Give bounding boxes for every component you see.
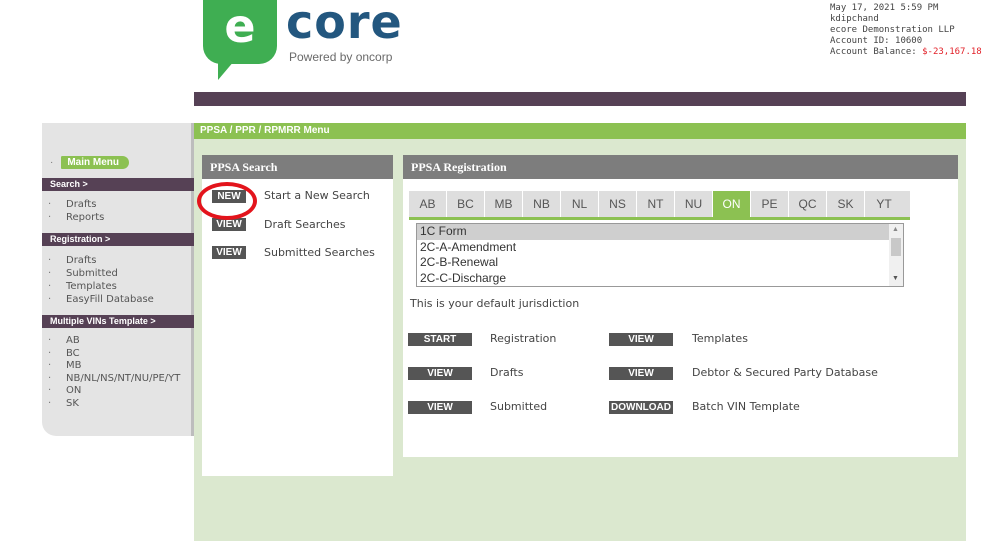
sidebar-item-reg-drafts[interactable]: Drafts	[48, 254, 154, 267]
sidebar-item-easyfill[interactable]: EasyFill Database	[48, 293, 154, 306]
tab-sk[interactable]: SK	[827, 191, 865, 217]
registration-label: Registration	[490, 332, 557, 345]
sidebar-search-list: Drafts Reports	[48, 198, 104, 224]
account-info: May 17, 2021 5:59 PM kdipchand ecore Dem…	[830, 3, 982, 58]
draft-searches-label: Draft Searches	[264, 218, 346, 231]
tab-qc[interactable]: QC	[789, 191, 827, 217]
tab-nb[interactable]: NB	[523, 191, 561, 217]
start-new-search-label: Start a New Search	[264, 189, 370, 202]
sidebar-main-menu[interactable]: · Main Menu	[50, 156, 130, 169]
submitted-searches-label: Submitted Searches	[264, 246, 375, 259]
jurisdiction-tabs: AB BC MB NB NL NS NT NU ON PE QC SK YT	[409, 191, 910, 217]
tab-nt[interactable]: NT	[637, 191, 675, 217]
view-submitted-searches-button[interactable]: VIEW	[212, 246, 246, 259]
tab-yt[interactable]: YT	[865, 191, 903, 217]
sidebar-item-vin-ab[interactable]: AB	[48, 335, 180, 348]
view-submitted-button[interactable]: VIEW	[408, 401, 472, 414]
tab-mb[interactable]: MB	[485, 191, 523, 217]
account-id: Account ID: 10600	[830, 36, 923, 46]
top-bar	[194, 92, 966, 106]
tab-bc[interactable]: BC	[447, 191, 485, 217]
highlight-circle	[197, 182, 257, 220]
tab-on[interactable]: ON	[713, 191, 751, 217]
drafts-label: Drafts	[490, 366, 524, 379]
menu-bar: PPSA / PPR / RPMRR Menu	[194, 123, 966, 139]
scroll-up-icon[interactable]: ▲	[892, 226, 899, 233]
sidebar-registration-header[interactable]: Registration >	[42, 233, 194, 246]
download-batch-vin-button[interactable]: DOWNLOAD	[609, 401, 673, 414]
debtor-database-label: Debtor & Secured Party Database	[692, 366, 878, 379]
submitted-label: Submitted	[490, 400, 548, 413]
datetime: May 17, 2021 5:59 PM	[830, 3, 939, 13]
logo-name: core	[286, 0, 403, 49]
sidebar-item-search-drafts[interactable]: Drafts	[48, 198, 104, 211]
sidebar-item-vin-sk[interactable]: SK	[48, 398, 180, 411]
view-templates-button[interactable]: VIEW	[609, 333, 673, 346]
main-menu-link[interactable]: Main Menu	[61, 156, 130, 169]
tab-ab[interactable]: AB	[409, 191, 447, 217]
tab-pe[interactable]: PE	[751, 191, 789, 217]
view-debtor-database-button[interactable]: VIEW	[609, 367, 673, 380]
logo-letter: e	[224, 0, 256, 53]
sidebar-item-vin-bc[interactable]: BC	[48, 348, 180, 361]
tab-nl[interactable]: NL	[561, 191, 599, 217]
menu-title: PPSA / PPR / RPMRR Menu	[200, 125, 330, 136]
tabs-underline	[409, 217, 910, 220]
sidebar-item-vin-on[interactable]: ON	[48, 385, 180, 398]
sidebar-vins-list: AB BC MB NB/NL/NS/NT/NU/PE/YT ON SK	[48, 335, 180, 410]
scroll-thumb[interactable]	[891, 238, 901, 256]
registration-panel-title: PPSA Registration	[403, 155, 958, 179]
templates-label: Templates	[692, 332, 748, 345]
scroll-down-icon[interactable]: ▼	[892, 275, 899, 282]
sidebar-item-submitted[interactable]: Submitted	[48, 267, 154, 280]
account-balance: Account Balance: $-23,167.18	[830, 47, 982, 57]
sidebar-item-reports[interactable]: Reports	[48, 211, 104, 224]
list-option-2c-c[interactable]: 2C-C-Discharge	[417, 271, 903, 287]
list-option-1c-form[interactable]: 1C Form	[417, 224, 903, 240]
logo-tagline: Powered by oncorp	[289, 50, 393, 64]
sidebar-registration-list: Drafts Submitted Templates EasyFill Data…	[48, 254, 154, 306]
list-option-2c-a[interactable]: 2C-A-Amendment	[417, 240, 903, 256]
sidebar-item-vin-group[interactable]: NB/NL/NS/NT/NU/PE/YT	[48, 373, 180, 386]
list-option-2c-b[interactable]: 2C-B-Renewal	[417, 255, 903, 271]
tab-ns[interactable]: NS	[599, 191, 637, 217]
view-drafts-button[interactable]: VIEW	[408, 367, 472, 380]
batch-vin-label: Batch VIN Template	[692, 400, 800, 413]
balance-value: $-23,167.18	[922, 47, 982, 57]
start-registration-button[interactable]: START	[408, 333, 472, 346]
listbox-scrollbar[interactable]: ▲ ▼	[889, 224, 903, 286]
logo-tail	[218, 54, 240, 80]
form-type-listbox[interactable]: 1C Form 2C-A-Amendment 2C-B-Renewal 2C-C…	[416, 223, 904, 287]
search-panel-title: PPSA Search	[202, 155, 393, 179]
company-name: ecore Demonstration LLP	[830, 25, 955, 35]
tab-nu[interactable]: NU	[675, 191, 713, 217]
username: kdipchand	[830, 14, 879, 24]
sidebar-item-vin-mb[interactable]: MB	[48, 360, 180, 373]
sidebar-vins-header[interactable]: Multiple VINs Template >	[42, 315, 194, 328]
sidebar-search-header[interactable]: Search >	[42, 178, 194, 191]
sidebar-item-templates[interactable]: Templates	[48, 280, 154, 293]
default-jurisdiction-note: This is your default jurisdiction	[410, 297, 580, 310]
